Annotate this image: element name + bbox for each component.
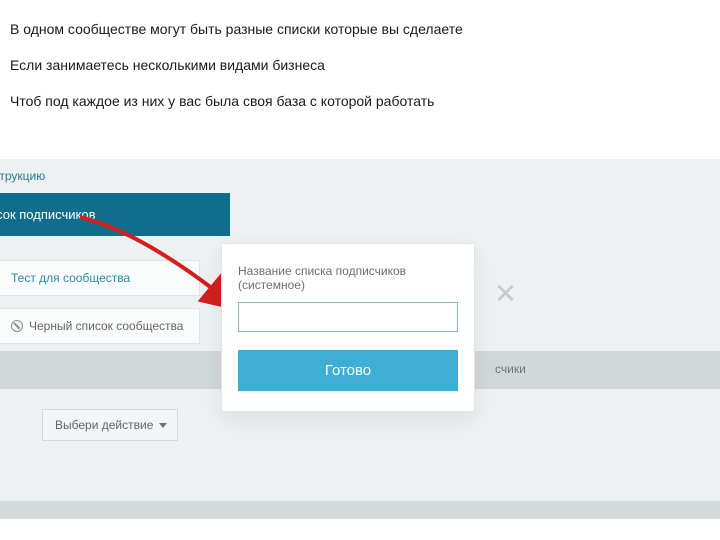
sidebar-item-blacklist[interactable]: Черный список сообщества: [0, 308, 200, 344]
ban-icon: [11, 320, 23, 332]
app-screenshot-area: инструкцию ать список подписчиков Тест д…: [0, 159, 720, 519]
create-subscriber-list-button[interactable]: ать список подписчиков: [0, 193, 230, 236]
instruction-link[interactable]: инструкцию: [0, 159, 720, 193]
sidebar-item-test[interactable]: Тест для сообщества: [0, 260, 200, 296]
footer-band: [0, 501, 720, 519]
intro-line-3: Чтоб под каждое из них у вас была своя б…: [10, 92, 710, 110]
dropdown-label: Выбери действие: [55, 418, 153, 432]
submit-button[interactable]: Готово: [238, 350, 458, 391]
sidebar-item-label: Черный список сообщества: [29, 319, 183, 333]
create-list-modal: Название списка подписчиков (системное) …: [221, 243, 475, 412]
tabs-partial-label: счики: [495, 362, 526, 376]
list-name-input[interactable]: [238, 302, 458, 332]
intro-line-2: Если занимаетесь несколькими видами бизн…: [10, 56, 710, 74]
choose-action-dropdown[interactable]: Выбери действие: [42, 409, 178, 441]
intro-line-1: В одном сообществе могут быть разные спи…: [10, 20, 710, 38]
close-icon[interactable]: ×: [495, 275, 516, 311]
sidebar-item-label: Тест для сообщества: [11, 271, 130, 285]
intro-text-block: В одном сообществе могут быть разные спи…: [0, 0, 720, 159]
modal-input-label: Название списка подписчиков (системное): [238, 264, 458, 292]
